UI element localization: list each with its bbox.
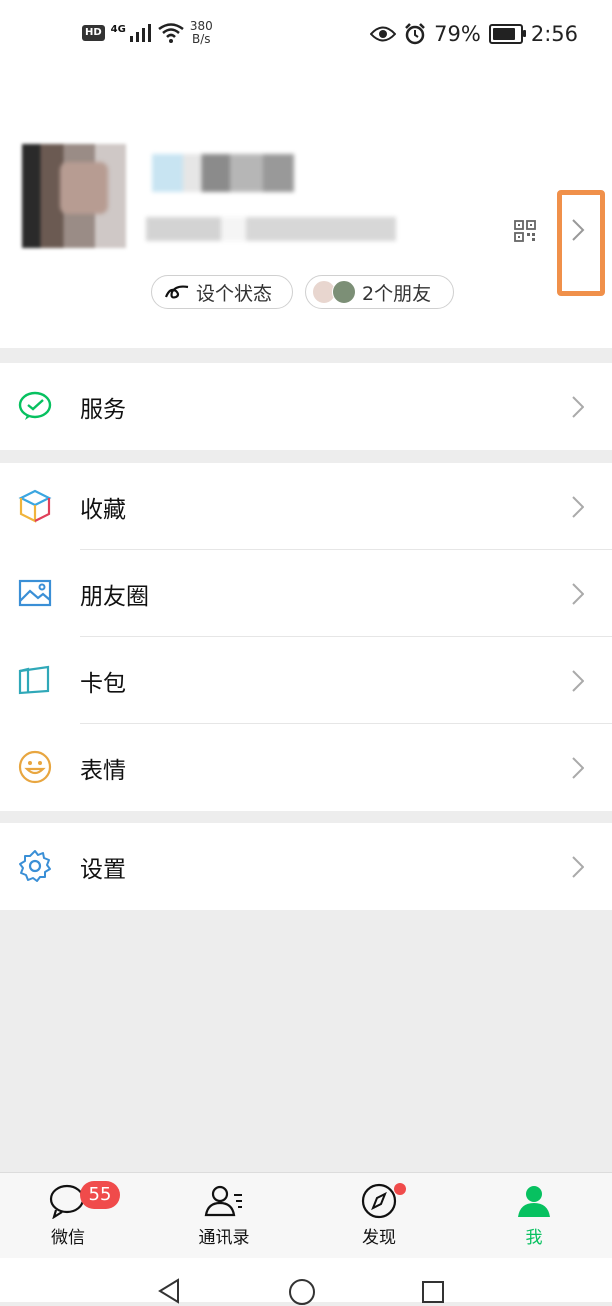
qr-code-icon[interactable] bbox=[514, 220, 536, 242]
discover-red-dot bbox=[394, 1183, 406, 1195]
menu-row-stickers[interactable]: 表情 bbox=[0, 724, 612, 811]
services-label: 服务 bbox=[80, 396, 126, 423]
favorites-cube-icon bbox=[18, 489, 52, 523]
hd-badge: HD bbox=[82, 25, 105, 41]
emoji-smile-icon bbox=[18, 750, 52, 784]
network-type: 4G bbox=[110, 23, 126, 35]
menu-row-services[interactable]: 服务 bbox=[0, 363, 612, 450]
wechat-pay-icon bbox=[18, 391, 52, 420]
wifi-icon bbox=[158, 23, 184, 43]
chevron-right-icon bbox=[572, 496, 584, 518]
favorites-label: 收藏 bbox=[80, 496, 126, 523]
speed-unit: B/s bbox=[192, 32, 211, 46]
status-swirl-icon bbox=[164, 285, 189, 299]
tab-discover[interactable]: 发现 bbox=[329, 1183, 429, 1248]
menu-group-services: 服务 bbox=[0, 363, 612, 450]
person-icon bbox=[518, 1186, 550, 1217]
tab-me[interactable]: 我 bbox=[484, 1183, 584, 1248]
avatar-blur-detail bbox=[60, 162, 108, 214]
clock: 2:56 bbox=[530, 22, 578, 46]
settings-gear-icon bbox=[19, 850, 51, 882]
menu-row-settings[interactable]: 设置 bbox=[0, 823, 612, 910]
signal-icon bbox=[129, 24, 151, 42]
network-speed: 380 B/s bbox=[190, 20, 213, 46]
alarm-icon bbox=[405, 23, 426, 45]
tab-me-label: 我 bbox=[525, 1228, 543, 1248]
card-wallet-icon bbox=[18, 665, 50, 695]
tab-contacts-label: 通讯录 bbox=[198, 1228, 250, 1248]
friends-label: 2个朋友 bbox=[362, 282, 432, 305]
menu-group-settings: 设置 bbox=[0, 823, 612, 910]
menu-row-cards[interactable]: 卡包 bbox=[0, 637, 612, 724]
wechat-id-redacted bbox=[146, 217, 396, 241]
cards-label: 卡包 bbox=[80, 670, 126, 697]
bottom-tab-bar: 微信 55 通讯录 发现 我 bbox=[0, 1172, 612, 1259]
friends-status-button[interactable]: 2个朋友 bbox=[305, 275, 454, 309]
menu-row-favorites[interactable]: 收藏 bbox=[0, 463, 612, 550]
set-status-button[interactable]: 设个状态 bbox=[151, 275, 293, 309]
chevron-right-icon bbox=[572, 757, 584, 779]
status-right: 79% 2:56 bbox=[370, 22, 578, 46]
moments-label: 朋友圈 bbox=[80, 583, 149, 610]
profile-header[interactable]: 设个状态 2个朋友 bbox=[0, 72, 612, 348]
friend-avatar-2 bbox=[332, 280, 356, 304]
chevron-right-icon bbox=[572, 396, 584, 418]
battery-percent: 79% bbox=[434, 22, 481, 46]
set-status-label: 设个状态 bbox=[196, 282, 273, 305]
moments-picture-icon bbox=[18, 579, 52, 607]
menu-row-moments[interactable]: 朋友圈 bbox=[0, 550, 612, 637]
back-nav-icon[interactable] bbox=[156, 1278, 182, 1304]
tab-chats-label: 微信 bbox=[51, 1228, 85, 1248]
chevron-right-icon bbox=[572, 670, 584, 692]
status-bar: HD 4G 380 B/s 79% 2:56 bbox=[0, 0, 612, 72]
chevron-right-icon bbox=[572, 583, 584, 605]
system-nav-bar bbox=[0, 1258, 612, 1305]
recents-nav-icon[interactable] bbox=[421, 1280, 445, 1304]
eye-comfort-icon bbox=[370, 26, 397, 42]
stickers-label: 表情 bbox=[80, 757, 126, 784]
nickname-redacted bbox=[152, 154, 294, 192]
settings-label: 设置 bbox=[80, 856, 126, 883]
tab-discover-label: 发现 bbox=[362, 1228, 396, 1248]
unread-badge: 55 bbox=[80, 1181, 120, 1209]
battery-icon bbox=[488, 24, 526, 44]
highlight-box bbox=[557, 190, 605, 296]
chevron-right-icon bbox=[572, 856, 584, 878]
compass-icon bbox=[361, 1183, 397, 1219]
tab-contacts[interactable]: 通讯录 bbox=[174, 1183, 274, 1248]
status-left: HD 4G 380 B/s bbox=[82, 20, 213, 46]
contacts-icon bbox=[204, 1185, 242, 1217]
menu-group-main: 收藏 朋友圈 卡包 表情 bbox=[0, 463, 612, 811]
